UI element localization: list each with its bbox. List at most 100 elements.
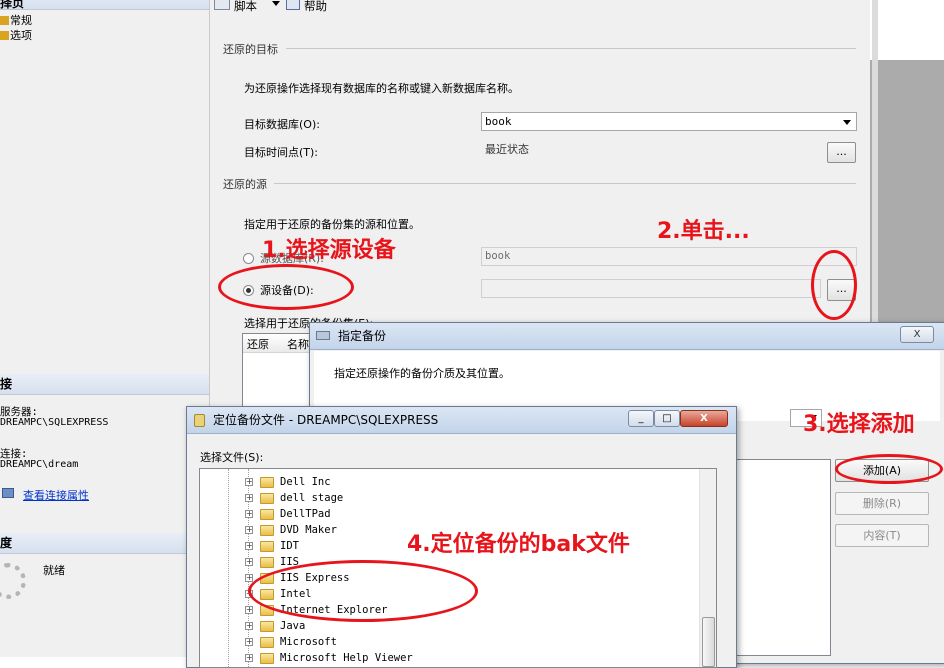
page-item-general-label: 常规	[10, 14, 32, 27]
backup-location-list[interactable]	[734, 459, 831, 656]
tree-scrollbar[interactable]	[699, 469, 716, 667]
folder-label: dell stage	[280, 492, 344, 504]
select-file-label: 选择文件(S):	[200, 451, 264, 464]
locate-file-title: 定位备份文件 - DREAMPC\SQLEXPRESS	[213, 413, 439, 427]
database-icon	[194, 414, 205, 427]
source-db-radio[interactable]	[243, 253, 254, 264]
connection-properties-icon	[2, 488, 14, 498]
specify-backup-title: 指定备份	[338, 329, 387, 343]
expand-icon[interactable]: +	[245, 558, 253, 566]
expand-icon[interactable]: +	[245, 654, 253, 662]
chevron-down-icon	[843, 120, 851, 125]
annotation-step2: 2.单击...	[657, 219, 750, 244]
target-db-select[interactable]: book	[481, 112, 857, 131]
target-time-label: 目标时间点(T):	[244, 146, 319, 159]
page-item-options-label: 选项	[10, 29, 32, 42]
restore-source-title: 还原的源	[223, 178, 267, 191]
annotation-step3: 3.选择添加	[803, 412, 915, 437]
target-time-field: 最近状态	[481, 140, 821, 159]
scrollbar-thumb[interactable]	[702, 617, 715, 667]
restore-target-description: 为还原操作选择现有数据库的名称或键入新数据库名称。	[244, 82, 519, 95]
progress-status: 就绪	[43, 564, 65, 577]
annotation-step4: 4.定位备份的bak文件	[407, 532, 630, 557]
server-value: DREAMPC\SQLEXPRESS	[0, 417, 109, 428]
target-time-browse-button[interactable]: ...	[827, 142, 856, 163]
scroll-edge	[872, 0, 878, 325]
folder-icon	[260, 621, 274, 632]
specify-backup-titlebar: 指定备份 X	[310, 323, 944, 350]
connection-header-text: 接	[0, 377, 13, 391]
progress-header: 度	[0, 533, 209, 554]
tree-row-folder[interactable]: + IIS Express	[200, 570, 695, 586]
connection-header: 接	[0, 374, 209, 395]
maximize-button[interactable]: □	[654, 410, 680, 427]
remove-button: 删除(R)	[835, 492, 929, 515]
expand-icon[interactable]: +	[245, 542, 253, 550]
specify-backup-close-button[interactable]: X	[900, 326, 934, 343]
source-device-field	[481, 279, 821, 298]
folder-icon	[260, 493, 274, 504]
tree-row-folder[interactable]: + Dell Inc	[200, 474, 695, 490]
expand-icon[interactable]: +	[245, 478, 253, 486]
minimize-button[interactable]: _	[628, 410, 654, 427]
tree-row-folder[interactable]: + Microsoft	[200, 634, 695, 650]
source-device-browse-button[interactable]: ...	[827, 279, 856, 301]
folder-icon	[260, 509, 274, 520]
folder-icon	[260, 525, 274, 536]
background-top-right	[870, 0, 944, 60]
toolbar: 脚本 帮助	[210, 0, 870, 16]
expand-icon[interactable]: +	[245, 510, 253, 518]
progress-header-text: 度	[0, 536, 13, 550]
folder-icon	[260, 557, 274, 568]
expand-icon[interactable]: +	[245, 606, 253, 614]
restore-target-title: 还原的目标	[223, 43, 278, 56]
folder-label: Dell Inc	[280, 476, 331, 488]
add-button[interactable]: 添加(A)	[835, 459, 929, 482]
file-tree[interactable]: + Dell Inc + dell stage + DellTPad + DVD Maker +…	[199, 468, 717, 668]
target-time-value: 最近状态	[485, 143, 529, 156]
folder-label: Intel	[280, 588, 312, 600]
restore-source-divider	[274, 183, 856, 184]
folder-label: IIS	[280, 556, 299, 568]
expand-icon[interactable]: +	[245, 590, 253, 598]
column-restore[interactable]: 还原	[247, 336, 269, 352]
tree-row-folder[interactable]: + Intel	[200, 586, 695, 602]
source-db-value: book	[485, 250, 511, 262]
contents-button: 内容(T)	[835, 524, 929, 547]
help-icon	[286, 0, 300, 10]
folder-label: DVD Maker	[280, 524, 337, 536]
expand-icon[interactable]: +	[245, 638, 253, 646]
folder-label: Java	[280, 620, 306, 632]
tree-row-folder[interactable]: + DellTPad	[200, 506, 695, 522]
folder-icon	[260, 541, 274, 552]
script-button[interactable]: 脚本	[234, 0, 257, 14]
tree-row-folder[interactable]: + dell stage	[200, 490, 695, 506]
folder-icon	[260, 637, 274, 648]
script-dropdown-arrow-icon[interactable]	[272, 1, 280, 6]
script-icon	[214, 0, 230, 10]
page-item-options[interactable]: 选项	[0, 27, 32, 43]
expand-icon[interactable]: +	[245, 494, 253, 502]
close-button[interactable]: X	[680, 410, 728, 427]
folder-icon	[260, 605, 274, 616]
expand-icon[interactable]: +	[245, 622, 253, 630]
tree-row-folder[interactable]: + Java	[200, 618, 695, 634]
source-device-radio[interactable]	[243, 285, 254, 296]
page-item-general[interactable]: 常规	[0, 12, 32, 28]
column-name[interactable]: 名称	[287, 336, 309, 352]
connection-value: DREAMPC\dream	[0, 459, 79, 470]
tree-row-folder[interactable]: + Microsoft Help Viewer	[200, 650, 695, 666]
folder-label: DellTPad	[280, 508, 331, 520]
expand-icon[interactable]: +	[245, 526, 253, 534]
page-icon	[0, 16, 9, 25]
folder-icon	[260, 477, 274, 488]
view-connection-properties-link[interactable]: 查看连接属性	[23, 487, 89, 503]
folder-icon	[260, 573, 274, 584]
target-db-value: book	[485, 115, 512, 128]
expand-icon[interactable]: +	[245, 574, 253, 582]
help-button[interactable]: 帮助	[304, 0, 327, 14]
tree-row-folder[interactable]: + Internet Explorer	[200, 602, 695, 618]
source-db-select[interactable]: book	[481, 247, 857, 266]
left-pane: 择页 常规 选项 接 服务器: DREAMPC\SQLEXPRESS 连接: D…	[0, 0, 210, 657]
locate-file-titlebar: 定位备份文件 - DREAMPC\SQLEXPRESS _ □ X	[187, 407, 736, 434]
